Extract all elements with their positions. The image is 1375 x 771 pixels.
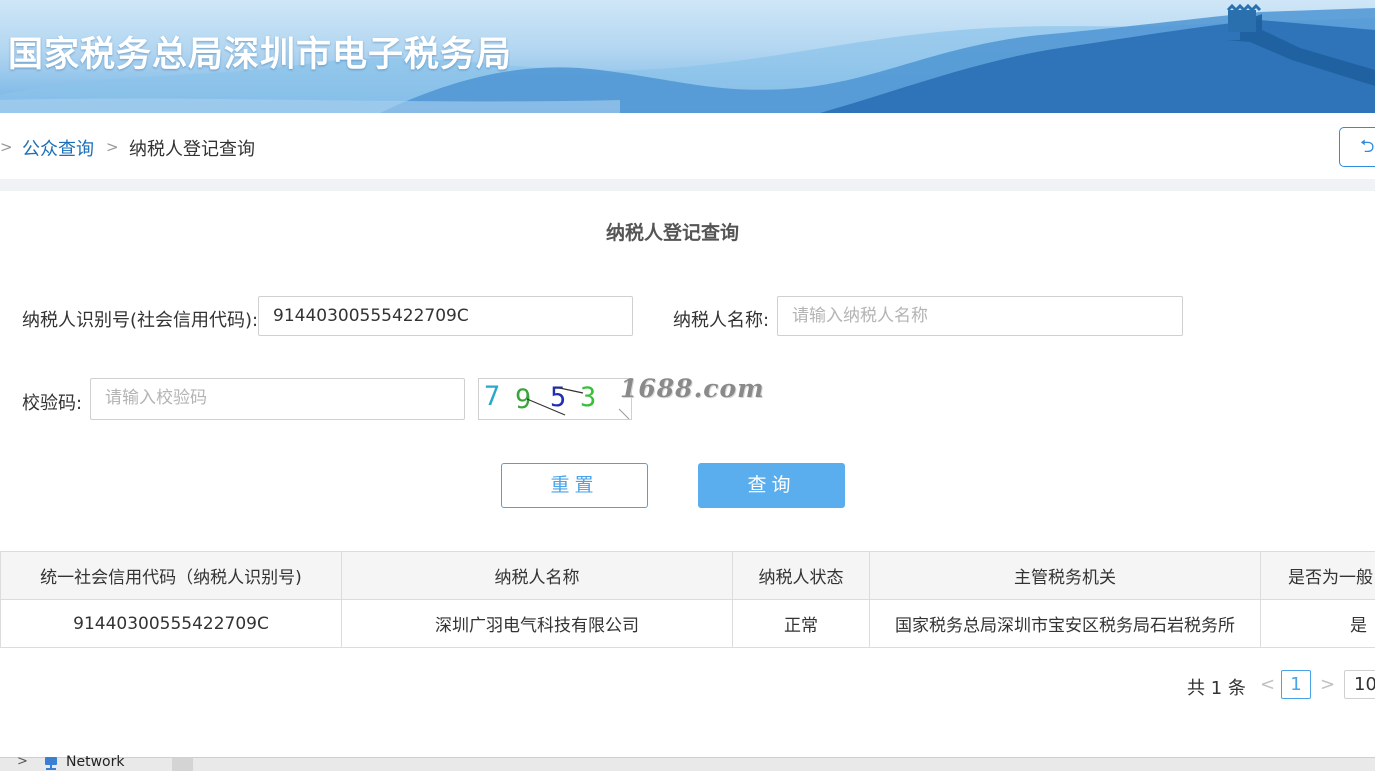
breadcrumb-separator: > [106, 138, 119, 156]
cell-general-taxpayer: 是 [1260, 599, 1375, 648]
reset-button[interactable]: 重置 [501, 463, 648, 508]
taxpayer-id-input[interactable]: 91440300555422709C [258, 296, 633, 336]
captcha-digit: 5 [550, 382, 566, 413]
header-tax-authority: 主管税务机关 [869, 551, 1261, 600]
cell-taxpayer-status: 正常 [732, 599, 870, 648]
breadcrumb-current: 纳税人登记查询 [129, 139, 255, 160]
breadcrumb: > 公众查询 > 纳税人登记查询 ⮌ [0, 113, 1375, 179]
header-banner: 国家税务总局深圳市电子税务局 [0, 0, 1375, 113]
pagination-prev-button[interactable]: < [1260, 674, 1275, 702]
header-general-taxpayer: 是否为一般 [1260, 551, 1375, 600]
page-size-select[interactable]: 10 [1344, 670, 1375, 699]
section-divider [0, 179, 1375, 191]
table-row: 91440300555422709C 深圳广羽电气科技有限公司 正常 国家税务总… [0, 599, 1375, 648]
captcha-digit: 3 [580, 382, 596, 413]
table-header-row: 统一社会信用代码（纳税人识别号) 纳税人名称 纳税人状态 主管税务机关 是否为一… [0, 551, 1375, 600]
pagination-next-button[interactable]: > [1320, 674, 1335, 702]
breadcrumb-separator: > [0, 138, 13, 156]
taxpayer-name-label: 纳税人名称: [673, 310, 770, 331]
breadcrumb-public-query[interactable]: 公众查询 [22, 135, 94, 161]
taskbar-strip: > Network [0, 754, 1375, 771]
cell-credit-code: 91440300555422709C [0, 599, 342, 648]
scrollbar-thumb[interactable] [172, 758, 193, 771]
taxpayer-id-label: 纳税人识别号(社会信用代码): [22, 310, 259, 331]
cell-taxpayer-name: 深圳广羽电气科技有限公司 [341, 599, 733, 648]
captcha-digit: 7 [484, 381, 500, 412]
back-button[interactable]: ⮌ [1339, 127, 1375, 167]
header-credit-code: 统一社会信用代码（纳税人识别号) [0, 551, 342, 600]
header-taxpayer-status: 纳税人状态 [732, 551, 870, 600]
site-title: 国家税务总局深圳市电子税务局 [8, 35, 513, 75]
network-label[interactable]: Network [66, 754, 124, 770]
pagination-page-1[interactable]: 1 [1281, 670, 1311, 699]
header-taxpayer-name: 纳税人名称 [341, 551, 733, 600]
captcha-label: 校验码: [22, 393, 83, 414]
captcha-input[interactable]: 请输入校验码 [90, 378, 465, 420]
tree-expand-arrow[interactable]: > [17, 754, 28, 769]
query-button[interactable]: 查询 [698, 463, 845, 508]
network-icon [45, 757, 57, 770]
cell-tax-authority: 国家税务总局深圳市宝安区税务局石岩税务所 [869, 599, 1261, 648]
pagination-total: 共 1 条 [1187, 678, 1246, 699]
taxpayer-name-input[interactable]: 请输入纳税人名称 [777, 296, 1183, 336]
back-arrow-icon: ⮌ [1360, 136, 1375, 157]
results-table: 统一社会信用代码（纳税人识别号) 纳税人名称 纳税人状态 主管税务机关 是否为一… [0, 551, 1375, 648]
form-title: 纳税人登记查询 [605, 222, 739, 244]
watermark: 1688.com [620, 374, 765, 403]
captcha-image[interactable]: 7 9 5 3 [478, 378, 632, 420]
captcha-noise-line [618, 408, 630, 420]
captcha-graphic: 7 9 5 3 [484, 381, 630, 420]
